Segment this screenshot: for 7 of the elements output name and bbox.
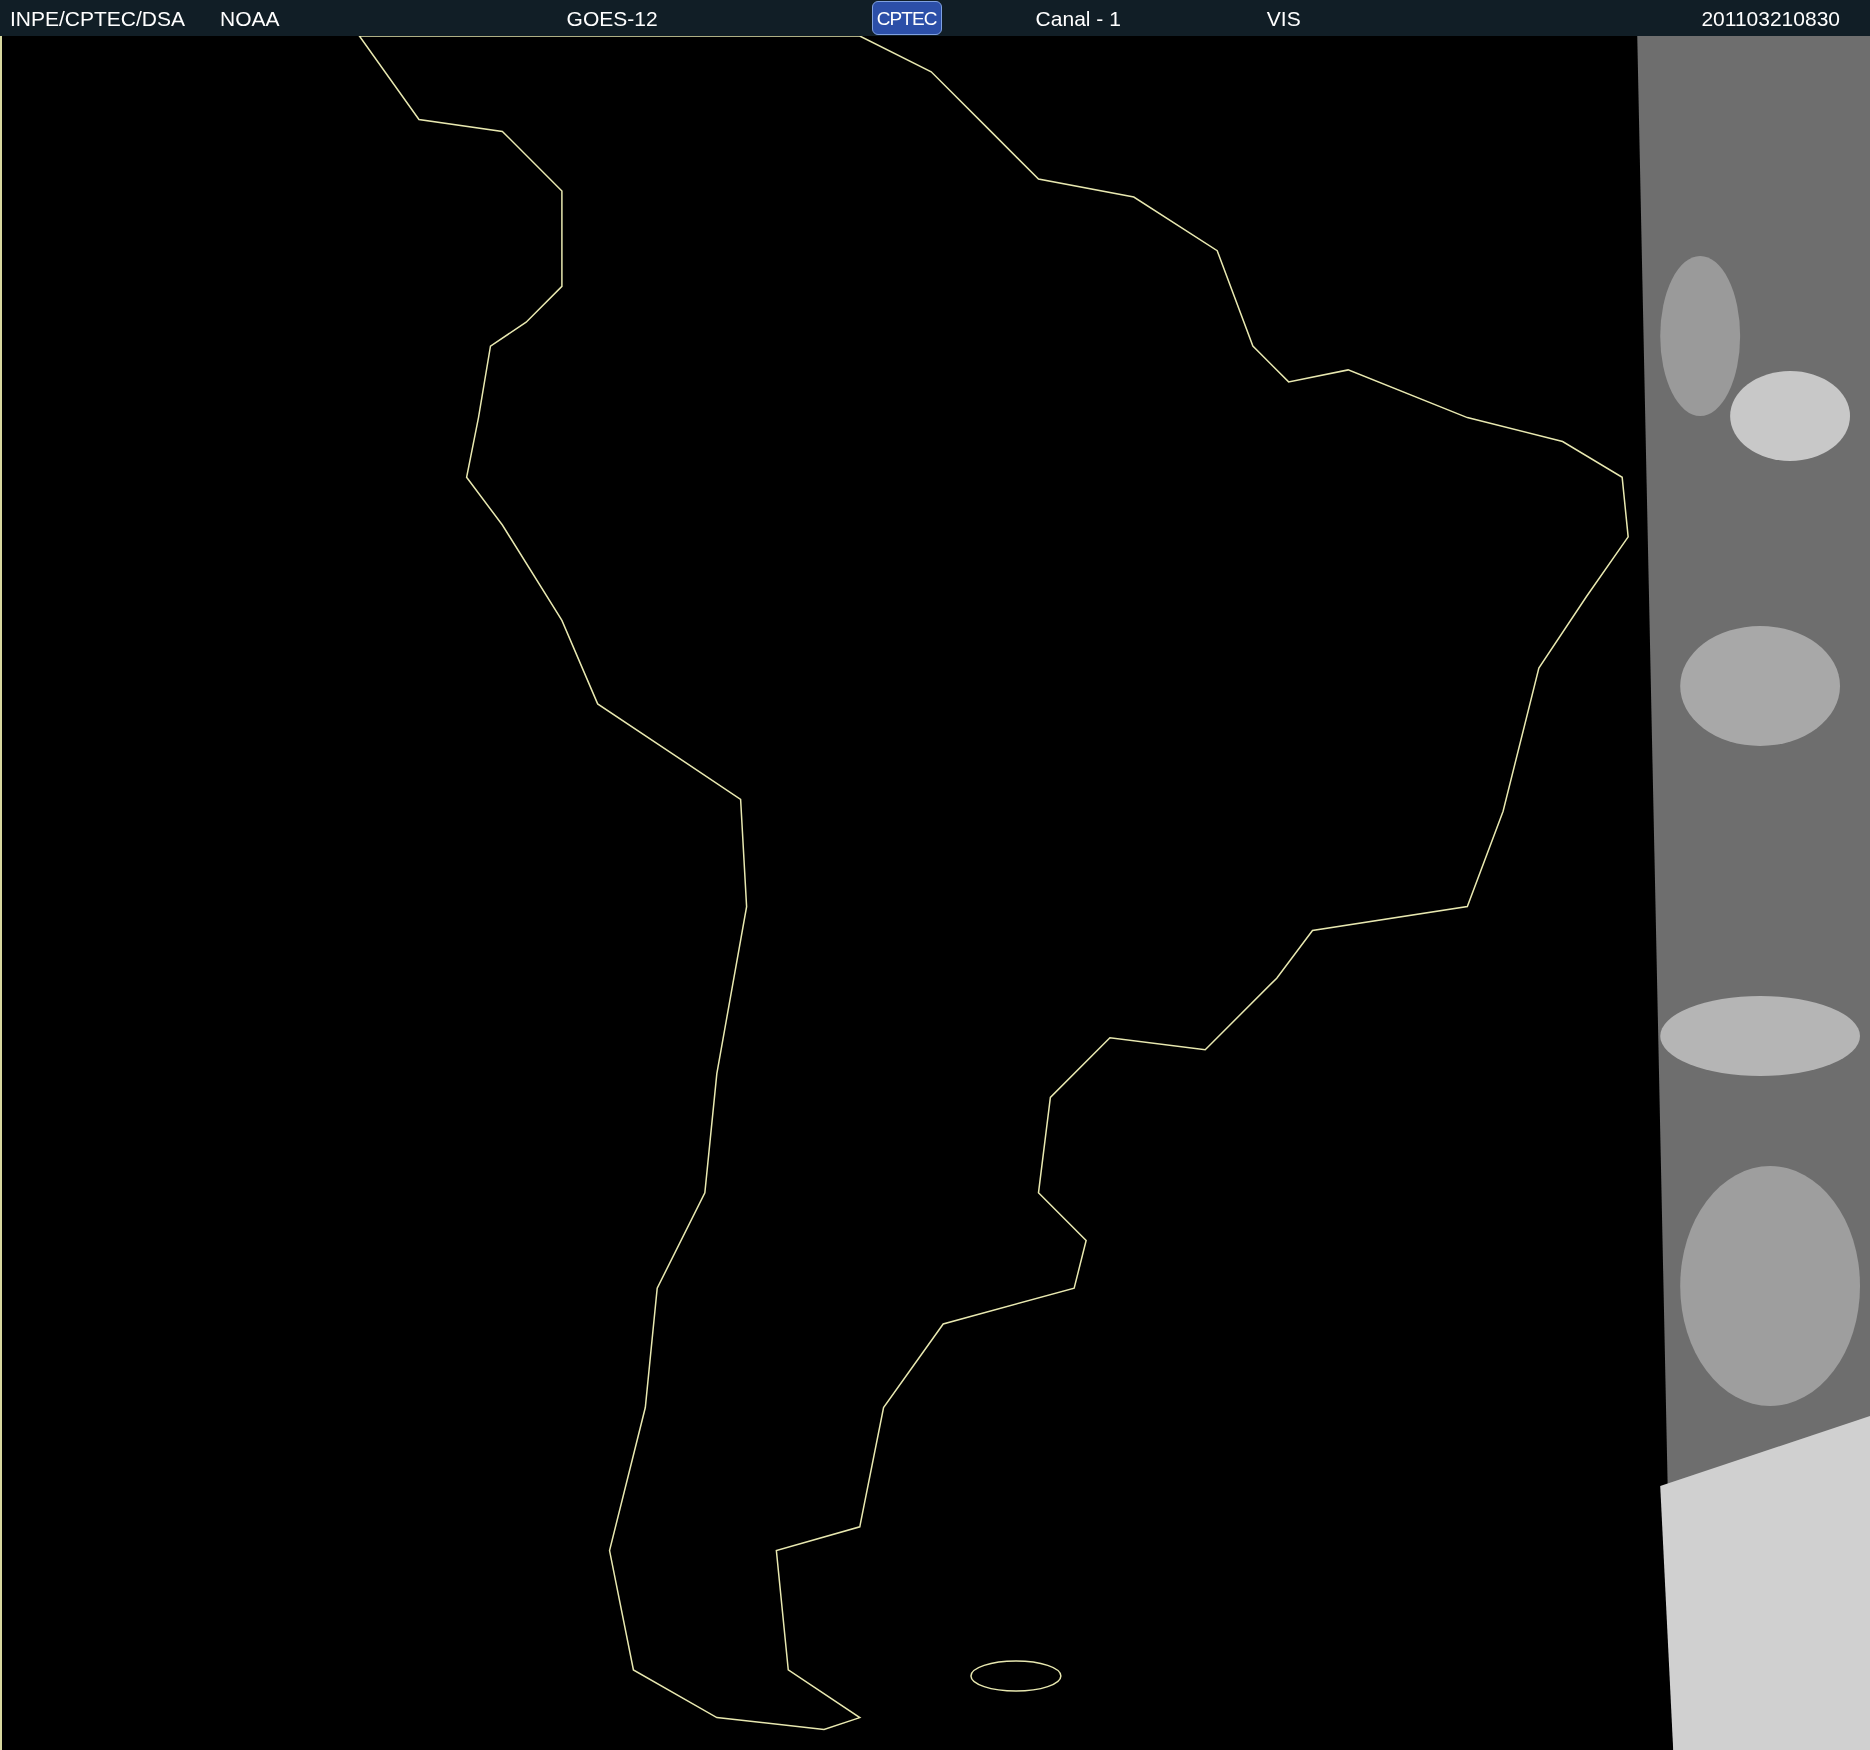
logo: CPTEC [871,1,942,35]
band-label: VIS [1266,7,1301,29]
source-label: INPE/CPTEC/DSA [10,7,186,29]
channel-label: Canal - 1 [1035,7,1121,29]
timestamp-label: 201103210830 [1701,7,1840,29]
agency-label: NOAA [220,7,280,29]
satellite-label: GOES-12 [566,7,658,29]
